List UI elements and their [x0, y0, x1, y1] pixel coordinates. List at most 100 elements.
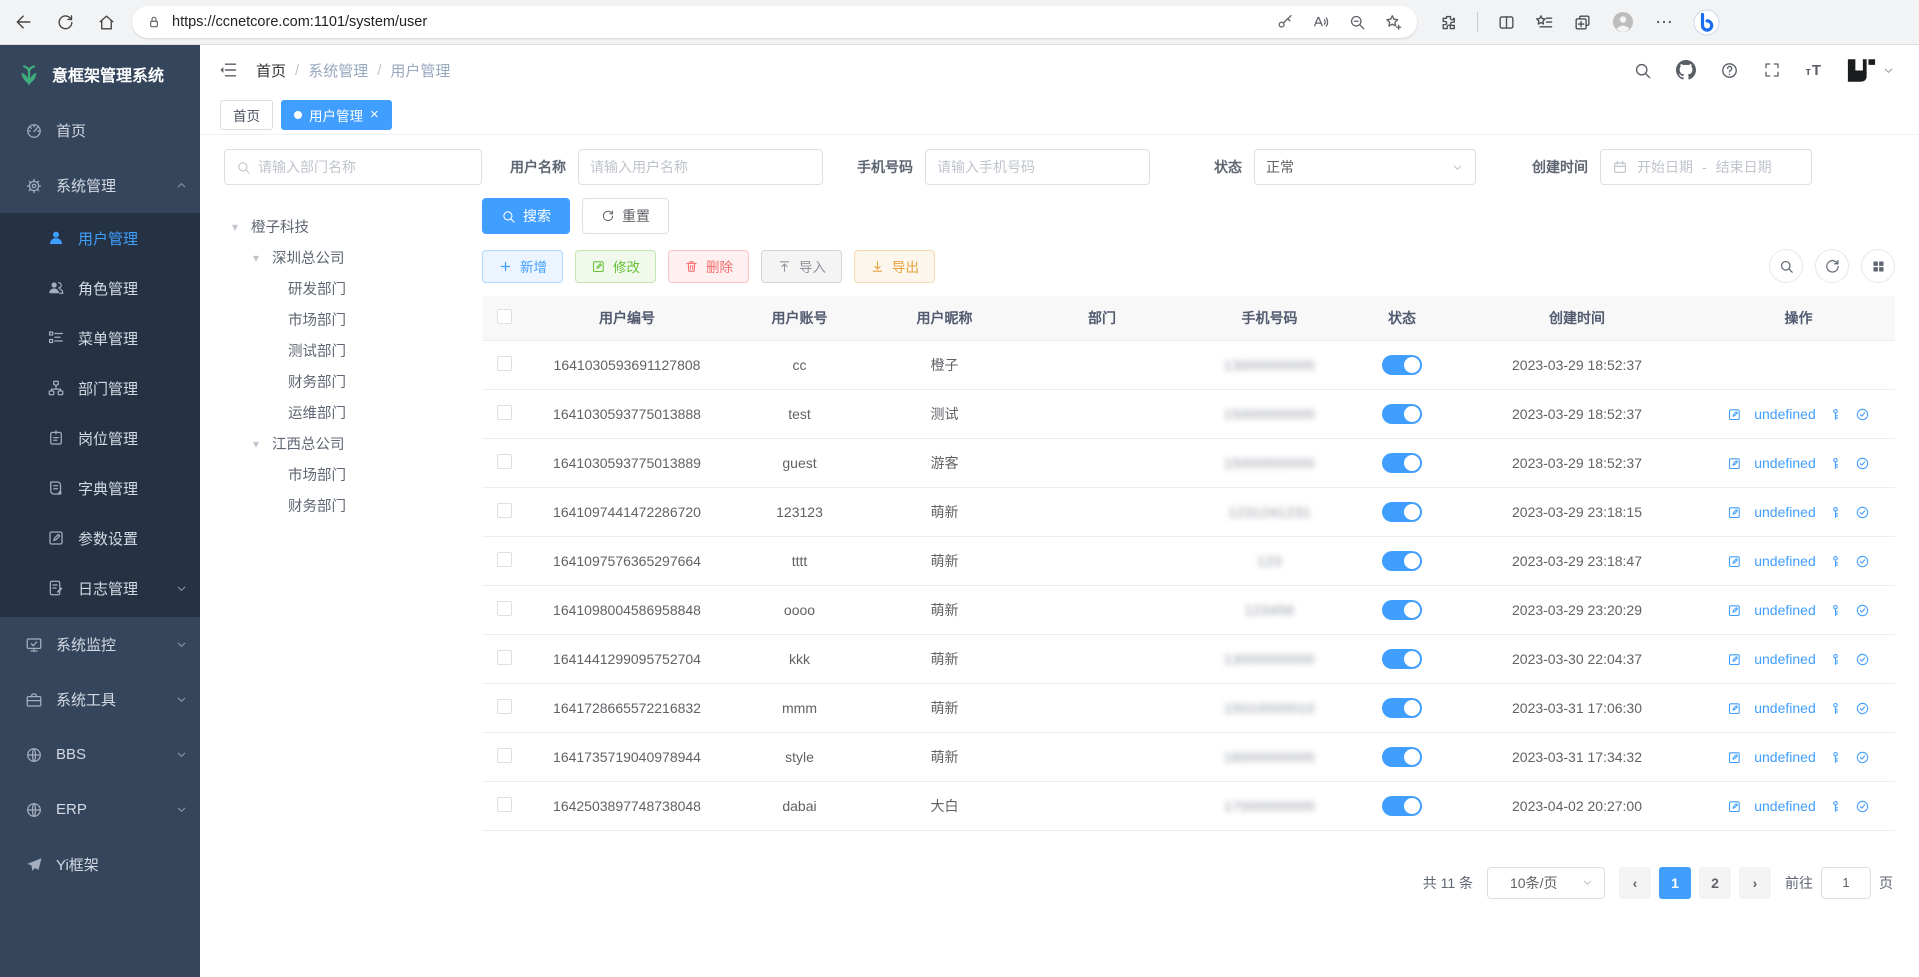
- status-toggle[interactable]: [1382, 649, 1422, 669]
- user-avatar[interactable]: [1846, 57, 1895, 84]
- search-icon[interactable]: [1633, 61, 1652, 80]
- status-toggle[interactable]: [1382, 453, 1422, 473]
- delete-icon[interactable]: undefined: [1754, 749, 1816, 765]
- sidebar-item-menu-management[interactable]: 菜单管理: [0, 313, 200, 363]
- profile-icon[interactable]: [1611, 10, 1635, 34]
- sidebar-item-home[interactable]: 首页: [0, 103, 200, 158]
- github-icon[interactable]: [1676, 60, 1696, 80]
- status-toggle[interactable]: [1382, 600, 1422, 620]
- row-checkbox[interactable]: [497, 405, 512, 420]
- username-field[interactable]: [590, 159, 811, 175]
- font-size-icon[interactable]: тT: [1805, 62, 1822, 79]
- zoom-out-icon[interactable]: [1348, 13, 1366, 31]
- row-checkbox[interactable]: [497, 797, 512, 812]
- reset-password-icon[interactable]: [1828, 456, 1843, 471]
- status-toggle[interactable]: [1382, 747, 1422, 767]
- sidebar-item-bbs[interactable]: BBS: [0, 727, 200, 782]
- tree-node-市场部门[interactable]: 市场部门: [228, 304, 472, 335]
- app-logo[interactable]: 意框架管理系统: [0, 45, 200, 103]
- edit-icon[interactable]: [1727, 750, 1742, 765]
- delete-icon[interactable]: undefined: [1754, 504, 1816, 520]
- split-screen-icon[interactable]: [1497, 13, 1516, 32]
- dept-name-field[interactable]: [258, 159, 470, 175]
- reset-password-icon[interactable]: [1828, 799, 1843, 814]
- page-size-select[interactable]: 10条/页: [1487, 867, 1605, 899]
- assign-role-icon[interactable]: [1855, 456, 1870, 471]
- edit-icon[interactable]: [1727, 456, 1742, 471]
- reset-password-icon[interactable]: [1828, 750, 1843, 765]
- status-toggle[interactable]: [1382, 796, 1422, 816]
- sidebar-item-system-tools[interactable]: 系统工具: [0, 672, 200, 727]
- add-button[interactable]: 新增: [482, 250, 563, 283]
- status-toggle[interactable]: [1382, 551, 1422, 571]
- row-checkbox[interactable]: [497, 699, 512, 714]
- breadcrumb-item[interactable]: 首页: [256, 60, 286, 81]
- more-icon[interactable]: [1654, 12, 1674, 32]
- page-button-1[interactable]: 1: [1659, 867, 1691, 899]
- sidebar-item-yi-framework[interactable]: Yi框架: [0, 837, 200, 892]
- sidebar-item-log-management[interactable]: 日志管理: [0, 563, 200, 613]
- favorites-list-icon[interactable]: [1535, 13, 1554, 32]
- tree-expand-icon[interactable]: ▾: [253, 437, 265, 451]
- goto-page-input[interactable]: [1821, 867, 1871, 899]
- status-toggle[interactable]: [1382, 404, 1422, 424]
- menu-fold-icon[interactable]: [218, 60, 238, 80]
- row-checkbox[interactable]: [497, 748, 512, 763]
- address-bar[interactable]: https://ccnetcore.com:1101/system/user: [132, 6, 1417, 38]
- refresh-icon[interactable]: [56, 13, 75, 32]
- edit-icon[interactable]: [1727, 407, 1742, 422]
- edit-icon[interactable]: [1727, 799, 1742, 814]
- sidebar-item-system-management[interactable]: 系统管理: [0, 158, 200, 213]
- back-icon[interactable]: [14, 12, 34, 32]
- tree-expand-icon[interactable]: ▾: [232, 220, 244, 234]
- sidebar-item-user-management[interactable]: 用户管理: [0, 213, 200, 263]
- page-button-2[interactable]: 2: [1699, 867, 1731, 899]
- sidebar-item-dept-management[interactable]: 部门管理: [0, 363, 200, 413]
- delete-button[interactable]: 删除: [668, 250, 749, 283]
- search-button[interactable]: 搜索: [482, 198, 570, 234]
- sidebar-item-role-management[interactable]: 角色管理: [0, 263, 200, 313]
- next-page-button[interactable]: ›: [1739, 867, 1771, 899]
- question-icon[interactable]: [1720, 61, 1739, 80]
- reset-password-icon[interactable]: [1828, 603, 1843, 618]
- password-key-icon[interactable]: [1276, 13, 1294, 31]
- select-all-checkbox[interactable]: [497, 309, 512, 324]
- assign-role-icon[interactable]: [1855, 799, 1870, 814]
- tab-collections-icon[interactable]: [1573, 13, 1592, 32]
- export-button[interactable]: 导出: [854, 250, 935, 283]
- status-select[interactable]: 正常: [1254, 149, 1476, 185]
- copilot-icon[interactable]: [1693, 9, 1720, 36]
- username-input[interactable]: [578, 149, 823, 185]
- delete-icon[interactable]: undefined: [1754, 602, 1816, 618]
- tree-node-运维部门[interactable]: 运维部门: [228, 397, 472, 428]
- edit-icon[interactable]: [1727, 701, 1742, 716]
- tree-node-江西总公司[interactable]: ▾江西总公司: [228, 428, 472, 459]
- assign-role-icon[interactable]: [1855, 505, 1870, 520]
- row-checkbox[interactable]: [497, 552, 512, 567]
- delete-icon[interactable]: undefined: [1754, 798, 1816, 814]
- edit-icon[interactable]: [1727, 505, 1742, 520]
- refresh-circle-button[interactable]: [1815, 249, 1849, 283]
- edit-icon[interactable]: [1727, 554, 1742, 569]
- status-toggle[interactable]: [1382, 502, 1422, 522]
- tree-node-研发部门[interactable]: 研发部门: [228, 273, 472, 304]
- delete-icon[interactable]: undefined: [1754, 553, 1816, 569]
- phone-input[interactable]: [925, 149, 1150, 185]
- assign-role-icon[interactable]: [1855, 652, 1870, 667]
- reset-password-icon[interactable]: [1828, 701, 1843, 716]
- search-circle-button[interactable]: [1769, 249, 1803, 283]
- status-toggle[interactable]: [1382, 698, 1422, 718]
- dept-search-input[interactable]: [224, 149, 482, 185]
- edit-icon[interactable]: [1727, 603, 1742, 618]
- row-checkbox[interactable]: [497, 503, 512, 518]
- reset-password-icon[interactable]: [1828, 505, 1843, 520]
- sidebar-item-dict-management[interactable]: 字典管理: [0, 463, 200, 513]
- assign-role-icon[interactable]: [1855, 407, 1870, 422]
- sidebar-item-erp[interactable]: ERP: [0, 782, 200, 837]
- row-checkbox[interactable]: [497, 650, 512, 665]
- sidebar-item-post-management[interactable]: 岗位管理: [0, 413, 200, 463]
- reset-password-icon[interactable]: [1828, 554, 1843, 569]
- reset-button[interactable]: 重置: [582, 198, 669, 234]
- read-aloud-icon[interactable]: [1312, 13, 1330, 31]
- status-toggle[interactable]: [1382, 355, 1422, 375]
